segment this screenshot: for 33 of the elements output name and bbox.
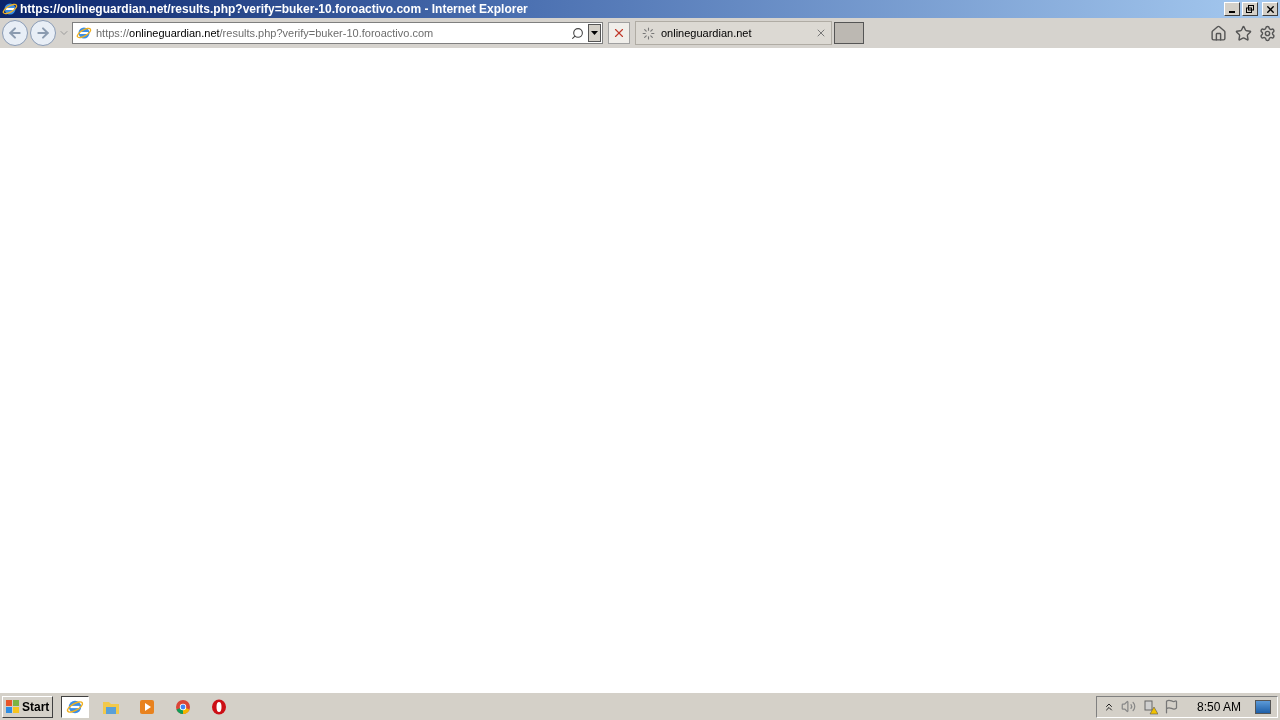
taskbar-app-button[interactable] [61, 695, 90, 718]
close-icon [1264, 3, 1276, 15]
settings-icon[interactable] [1259, 24, 1276, 42]
dropdown-button[interactable] [588, 24, 601, 42]
start-button[interactable]: Start [2, 695, 54, 718]
ie-logo-icon [2, 1, 18, 17]
chrome-icon [175, 698, 192, 715]
minimize-button[interactable] [1224, 2, 1240, 16]
search-icon[interactable] [571, 26, 584, 40]
show-desktop-button[interactable] [1255, 699, 1271, 714]
action-center-flag-icon[interactable] [1163, 699, 1179, 714]
address-bar[interactable]: https://onlineguardian.net/results.php?verify=buker-10.foroactivo.com [72, 22, 603, 44]
caret-icon [591, 31, 598, 35]
windows-logo-icon [6, 699, 20, 714]
browser-tab[interactable]: onlineguardian.net [635, 21, 832, 45]
home-icon[interactable] [1210, 24, 1227, 42]
opera-icon [211, 698, 228, 715]
restore-icon [1246, 5, 1254, 13]
close-button[interactable] [1262, 2, 1278, 16]
clock[interactable]: 8:50 AM [1196, 697, 1241, 716]
url-text[interactable]: https://onlineguardian.net/results.php?verify=buker-10.foroactivo.com [96, 24, 567, 42]
favorites-icon[interactable] [1235, 24, 1252, 42]
close-tab-icon[interactable] [815, 27, 827, 39]
tab-title: onlineguardian.net [661, 25, 753, 41]
media-player-icon [139, 698, 156, 715]
page-icon [76, 25, 92, 41]
network-warning-icon[interactable] [1141, 698, 1158, 715]
stop-button[interactable] [608, 22, 630, 44]
new-tab-button[interactable] [834, 22, 864, 44]
restore-button[interactable] [1242, 2, 1258, 16]
stop-icon [612, 26, 626, 40]
forward-arrow-icon [35, 25, 51, 41]
window-title: https://onlineguardian.net/results.php?verify=buker-10.foroactivo.com - Internet Explorer [20, 3, 528, 15]
